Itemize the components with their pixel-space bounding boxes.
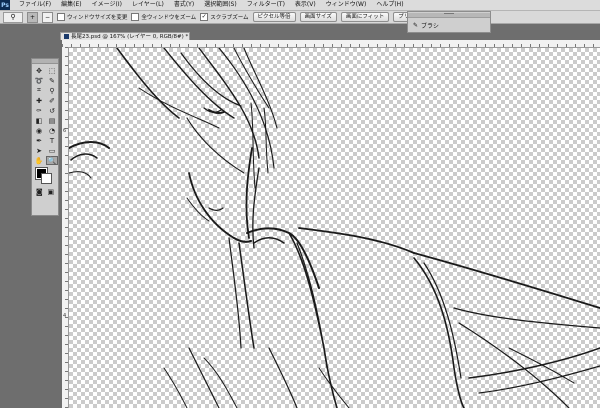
shape-tool-icon[interactable]: ▭ [46,146,58,155]
menu-bar: Ps ファイル(F) 編集(E) イメージ(I) レイヤー(L) 書式(Y) 選… [0,0,600,11]
zoom-in-button[interactable]: + [27,11,38,23]
zoom-out-icon: − [44,13,51,21]
menu-select[interactable]: 選択範囲(S) [199,0,242,10]
blur-tool-icon[interactable]: ◉ [33,126,45,135]
line-art-drawing [69,48,600,408]
fit-screen-button[interactable]: 画面サイズ [299,12,337,22]
eyedropper-tool-icon[interactable]: ⚲ [46,86,58,95]
lasso-tool-icon[interactable]: ➰ [33,76,45,85]
scrubby-zoom-checkbox[interactable]: ✓ スクラブズーム [200,13,249,21]
brush-panel-tab[interactable]: ✎ ブラシ [408,18,490,33]
fill-screen-button[interactable]: 画面にフィット [340,12,390,22]
crop-tool-icon[interactable]: ⌗ [33,86,45,95]
screen-mode-icon[interactable]: ▣ [47,187,56,196]
tool-grid: ✥ ⬚ ➰ ✎ ⌗ ⚲ ✚ ✐ ⚰ ↺ ◧ ▤ ◉ ◔ ✒ T ➤ ▭ ✋ 🔍 [32,64,58,165]
document-icon [64,34,69,39]
hand-tool-icon[interactable]: ✋ [33,156,45,165]
ruler-marker-left: 6 [63,128,67,134]
brush-panel-label: ブラシ [421,23,439,30]
actual-pixels-button[interactable]: ピクセル等倍 [252,12,296,22]
checkbox-box [131,13,140,21]
brush-panel[interactable]: ✎ ブラシ [407,11,491,33]
zoom-in-icon: + [29,13,36,21]
history-brush-tool-icon[interactable]: ↺ [46,106,58,115]
menu-file[interactable]: ファイル(F) [14,0,56,10]
document-canvas[interactable] [69,48,600,408]
quick-select-tool-icon[interactable]: ✎ [46,76,58,85]
marquee-tool-icon[interactable]: ⬚ [46,66,58,75]
healing-tool-icon[interactable]: ✚ [33,96,45,105]
menu-window[interactable]: ウィンドウ(W) [321,0,372,10]
checkbox-checked-box: ✓ [200,13,209,21]
menu-view[interactable]: 表示(V) [290,0,321,10]
menu-help[interactable]: ヘルプ(H) [371,0,408,10]
zoom-out-button[interactable]: − [42,11,53,23]
dodge-tool-icon[interactable]: ◔ [46,126,58,135]
move-tool-icon[interactable]: ✥ [33,66,45,75]
menu-image[interactable]: イメージ(I) [87,0,127,10]
brush-icon: ✎ [413,22,419,29]
stamp-tool-icon[interactable]: ⚰ [33,106,45,115]
brush-tool-icon[interactable]: ✐ [46,96,58,105]
checkbox-box [57,13,65,21]
scrubby-zoom-label: スクラブズーム [210,15,249,21]
ruler-marker-left-2: 4 [63,313,67,319]
path-select-tool-icon[interactable]: ➤ [33,146,45,155]
photoshop-logo: Ps [0,0,10,10]
horizontal-ruler[interactable] [62,40,600,48]
eraser-tool-icon[interactable]: ◧ [33,116,45,125]
zoom-all-windows-label: 全ウィンドウをズーム [141,15,197,21]
gradient-tool-icon[interactable]: ▤ [46,116,58,125]
zoom-icon: ⚲ [10,13,16,21]
menu-edit[interactable]: 編集(E) [56,0,86,10]
tool-preset-picker[interactable]: ⚲ [3,11,23,23]
zoom-tool-icon[interactable]: 🔍 [46,156,58,165]
toolbox-panel: ✥ ⬚ ➰ ✎ ⌗ ⚲ ✚ ✐ ⚰ ↺ ◧ ▤ ◉ ◔ ✒ T ➤ ▭ ✋ 🔍 ◙ ▣ [31,58,59,216]
document-tab[interactable]: 長尾23.psd @ 167% (レイヤー 0, RGB/8#) * [60,32,190,40]
menu-layer[interactable]: レイヤー(L) [127,0,169,10]
resize-windows-checkbox[interactable]: ウィンドウサイズを変更 [57,13,127,21]
resize-windows-label: ウィンドウサイズを変更 [67,15,128,21]
quick-mask-icon[interactable]: ◙ [35,187,44,196]
background-color-swatch[interactable] [41,173,52,184]
type-tool-icon[interactable]: T [46,136,58,145]
options-bar: ⚲ + − ウィンドウサイズを変更 全ウィンドウをズーム ✓ スクラブズーム ピ… [0,11,600,24]
menu-type[interactable]: 書式(Y) [169,0,199,10]
color-swatches[interactable] [32,167,58,184]
zoom-all-windows-checkbox[interactable]: 全ウィンドウをズーム [131,13,196,21]
pen-tool-icon[interactable]: ✒ [33,136,45,145]
menu-filter[interactable]: フィルター(T) [242,0,290,10]
vertical-ruler[interactable] [62,47,69,408]
